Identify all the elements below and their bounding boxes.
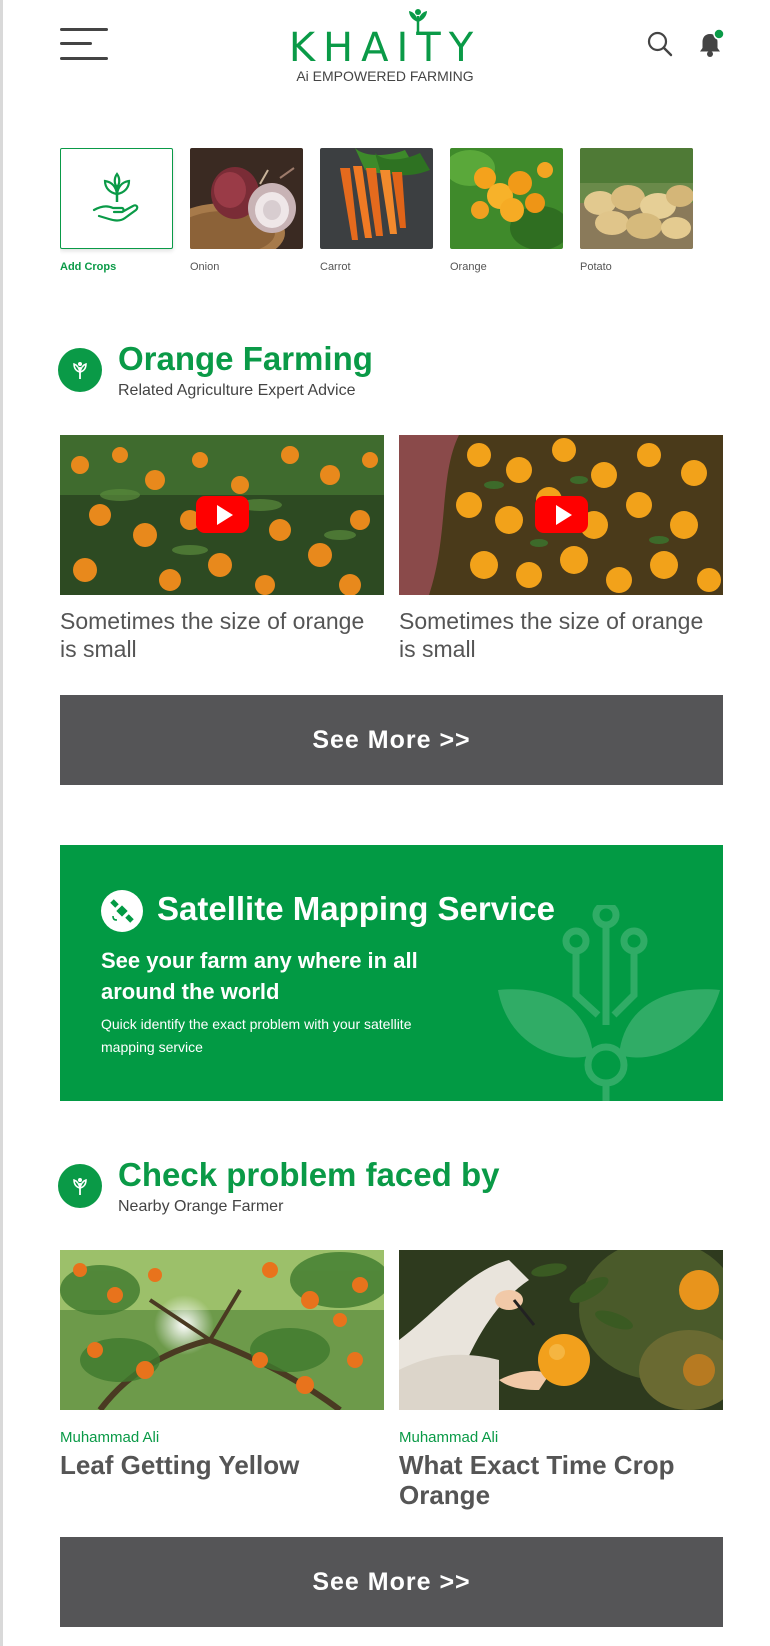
logo-sprout-icon [409, 9, 427, 34]
banner-title: Satellite Mapping Service [157, 890, 555, 927]
youtube-play-icon[interactable] [196, 496, 249, 533]
logo-tagline: Ai EMPOWERED FARMING [296, 68, 474, 84]
hamburger-menu-icon[interactable] [60, 28, 110, 62]
problem-post-card[interactable]: Muhammad Ali What Exact Time Crop Orange [399, 1250, 723, 1510]
post-title: What Exact Time Crop Orange [399, 1450, 675, 1510]
agri-badge-icon [58, 348, 102, 392]
post-photo [399, 1250, 723, 1410]
notification-bell-icon[interactable] [696, 28, 726, 60]
video-card[interactable]: Sometimes the size of orange is small [60, 435, 384, 663]
section-subtitle: Related Agriculture Expert Advice [118, 382, 356, 399]
section-subtitle: Nearby Orange Farmer [118, 1198, 284, 1215]
add-crops-tile [60, 148, 173, 249]
crop-item-carrot[interactable]: Carrot [320, 148, 433, 273]
post-author[interactable]: Muhammad Ali [60, 1429, 384, 1446]
satellite-mapping-banner[interactable]: Satellite Mapping Service See your farm … [60, 845, 723, 1101]
post-title: Leaf Getting Yellow [60, 1450, 300, 1480]
see-more-problems-button[interactable]: See More >> [60, 1537, 723, 1627]
satellite-icon [101, 890, 143, 932]
potato-photo [580, 148, 693, 249]
youtube-play-icon[interactable] [535, 496, 588, 533]
crop-label: Add Crops [60, 261, 117, 273]
see-more-videos-button[interactable]: See More >> [60, 695, 723, 785]
banner-subtitle: See your farm any where in all around th… [101, 948, 418, 1004]
carrot-photo [320, 148, 433, 249]
video-caption: Sometimes the size of orange is small [60, 608, 365, 662]
video-thumbnail [60, 435, 384, 595]
search-icon[interactable] [646, 30, 674, 58]
add-crops-button[interactable]: Add Crops [60, 148, 173, 273]
crop-label: Orange [450, 261, 487, 273]
crop-label: Carrot [320, 261, 351, 273]
circuit-plant-watermark-icon [498, 905, 720, 1101]
orange-photo [450, 148, 563, 249]
post-photo [60, 1250, 384, 1410]
video-thumbnail [399, 435, 723, 595]
app-logo[interactable]: KHAITY Ai EMPOWERED FARMING [262, 8, 508, 86]
video-card[interactable]: Sometimes the size of orange is small [399, 435, 723, 663]
problem-post-card[interactable]: Muhammad Ali Leaf Getting Yellow [60, 1250, 384, 1480]
post-author[interactable]: Muhammad Ali [399, 1429, 723, 1446]
page-edge [0, 0, 3, 1646]
problems-header: Check problem faced by Nearby Orange Far… [58, 1156, 738, 1218]
crops-row: Add Crops Onion Carrot Orange Potato [60, 148, 724, 278]
agri-badge-icon [58, 1164, 102, 1208]
crop-item-potato[interactable]: Potato [580, 148, 693, 273]
banner-description: Quick identify the exact problem with yo… [101, 1016, 412, 1055]
section-title: Check problem faced by [118, 1156, 500, 1193]
video-caption: Sometimes the size of orange is small [399, 608, 704, 662]
onion-photo [190, 148, 303, 249]
orange-farming-header: Orange Farming Related Agriculture Exper… [58, 340, 738, 402]
logo-wordmark: KHAITY [288, 25, 482, 71]
section-title: Orange Farming [118, 340, 373, 377]
app-header: KHAITY Ai EMPOWERED FARMING [0, 0, 770, 110]
crop-label: Onion [190, 261, 220, 273]
crop-item-orange[interactable]: Orange [450, 148, 563, 273]
crop-label: Potato [580, 261, 612, 273]
crop-item-onion[interactable]: Onion [190, 148, 303, 273]
plant-hand-icon [92, 171, 138, 221]
